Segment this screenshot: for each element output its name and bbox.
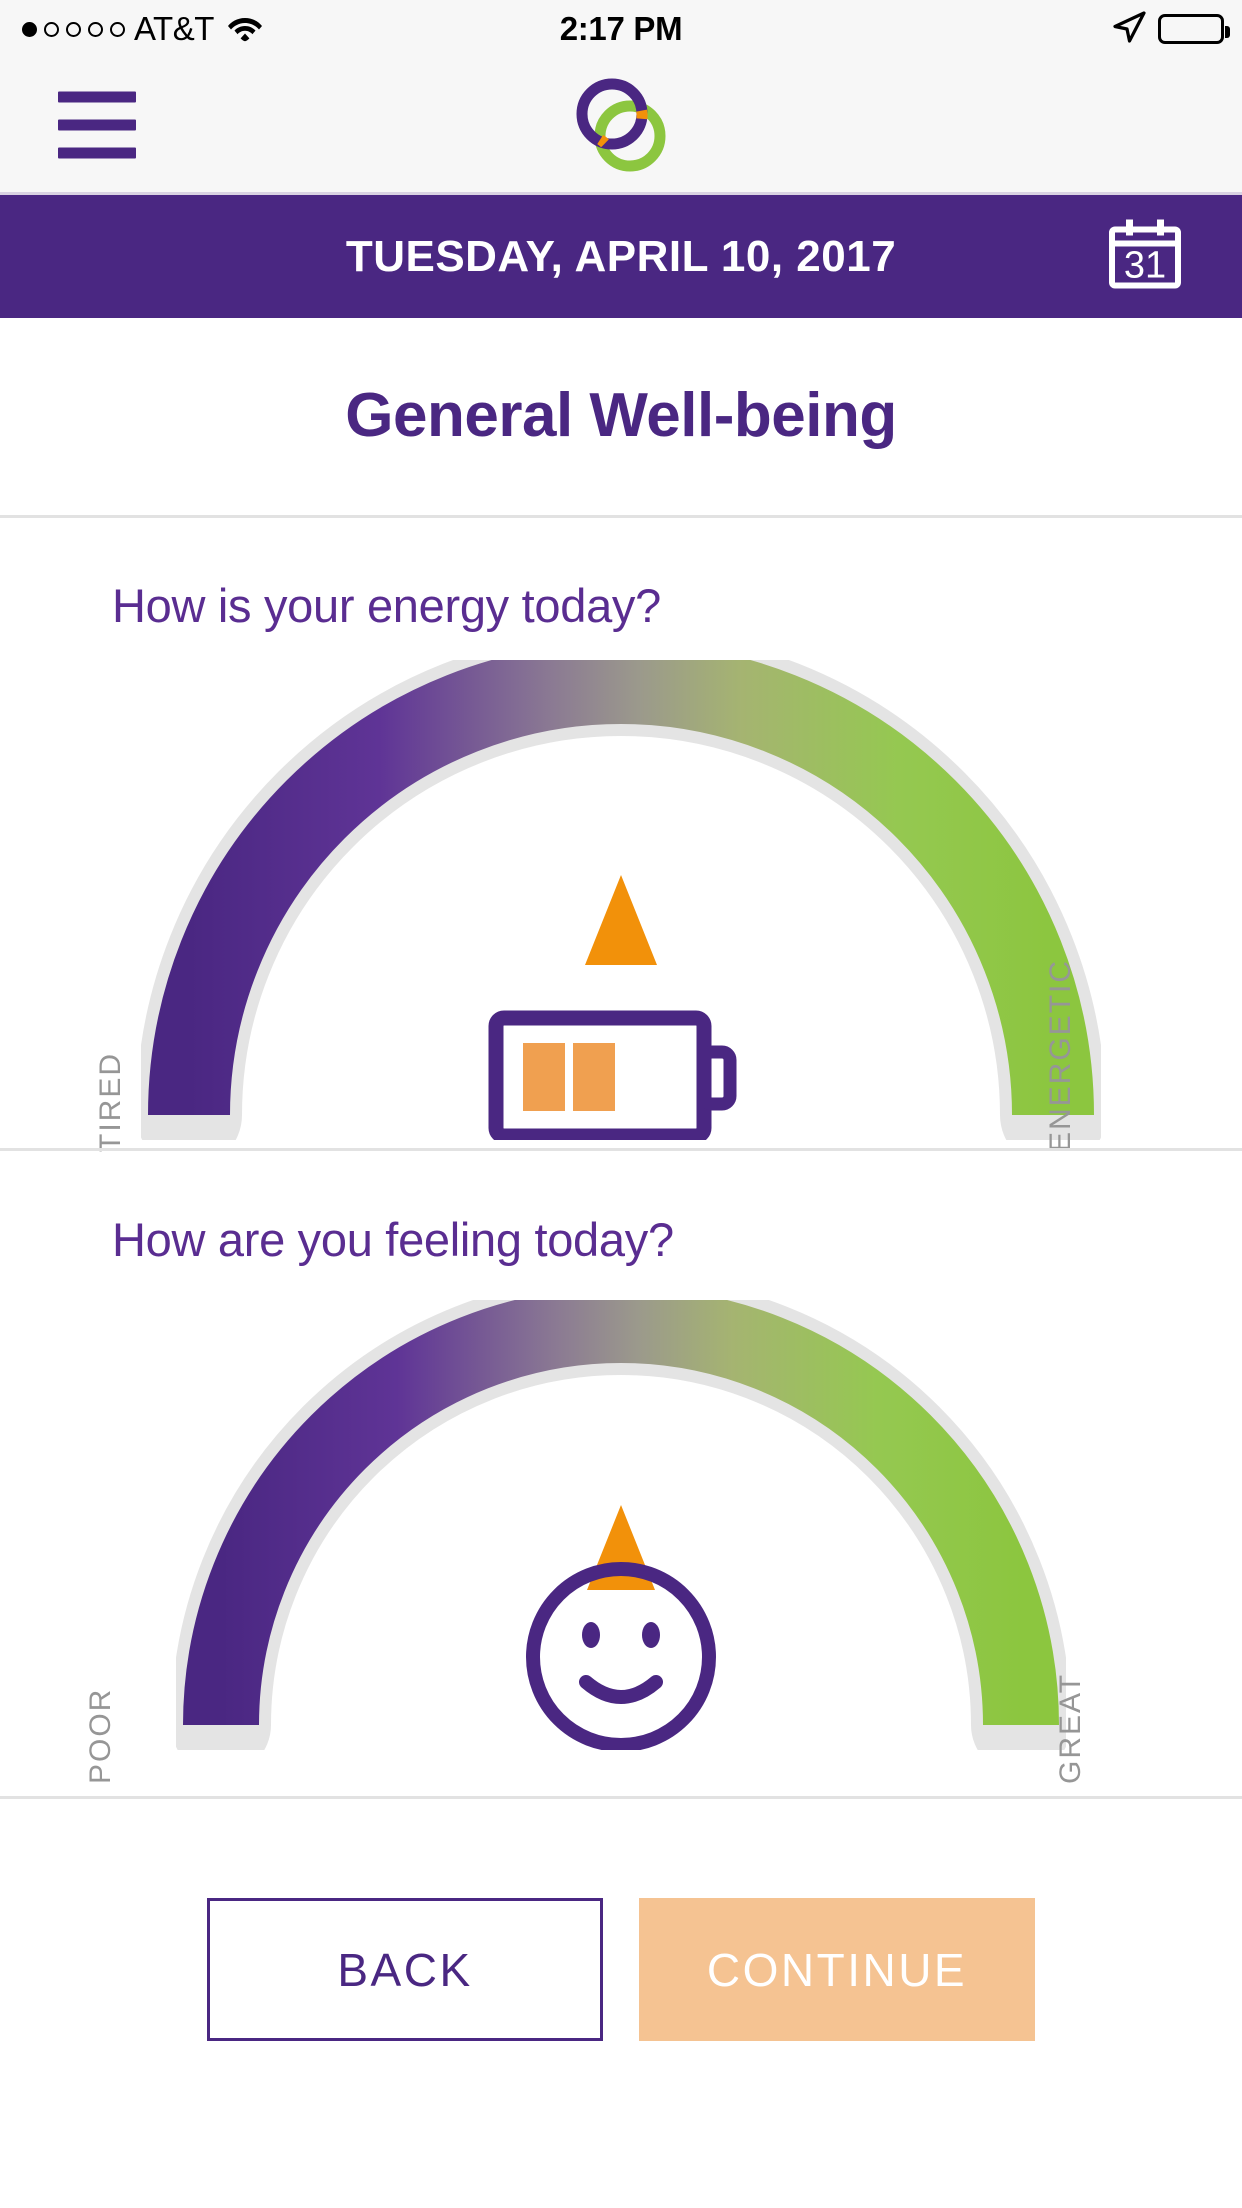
question-energy-label: How is your energy today?	[112, 579, 661, 632]
divider-mid	[0, 1148, 1242, 1151]
status-bar-right	[1112, 10, 1230, 49]
gauge-feeling-label-left: POOR	[84, 1687, 117, 1784]
current-date-label: TUESDAY, APRIL 10, 2017	[345, 231, 897, 281]
question-feeling-label: How are you feeling today?	[112, 1213, 674, 1266]
calendar-icon[interactable]: 31	[1106, 215, 1184, 298]
date-bar: TUESDAY, APRIL 10, 2017 31	[0, 195, 1242, 318]
location-arrow-icon	[1112, 10, 1146, 49]
gauge-energy-label-left: TIRED	[94, 1052, 127, 1152]
app-header	[0, 58, 1242, 195]
status-bar: AT&T 2:17 PM	[0, 0, 1242, 58]
status-bar-time: 2:17 PM	[559, 10, 683, 47]
divider-bottom	[0, 1796, 1242, 1799]
back-button[interactable]: BACK	[207, 1898, 603, 2041]
interlocking-rings-logo	[566, 70, 676, 180]
battery-full-icon	[1158, 14, 1230, 44]
app-screen: AT&T 2:17 PM TUESDAY, APRIL 10, 2017 31 …	[0, 0, 1242, 2208]
smiley-face-icon	[526, 1562, 716, 1750]
page-title: General Well-being	[345, 381, 897, 450]
gauge-feeling-label-right: GREAT	[1054, 1672, 1087, 1784]
orange-triangle-marker	[585, 875, 657, 965]
battery-half-icon	[488, 1010, 737, 1140]
footer-buttons: BACK CONTINUE	[0, 1898, 1242, 2041]
hamburger-menu-icon[interactable]	[58, 91, 136, 159]
continue-button[interactable]: CONTINUE	[639, 1898, 1035, 2041]
gauge-energy-label-right: ENERGETIC	[1044, 958, 1077, 1152]
svg-text:31: 31	[1124, 244, 1166, 286]
divider-top	[0, 515, 1242, 518]
